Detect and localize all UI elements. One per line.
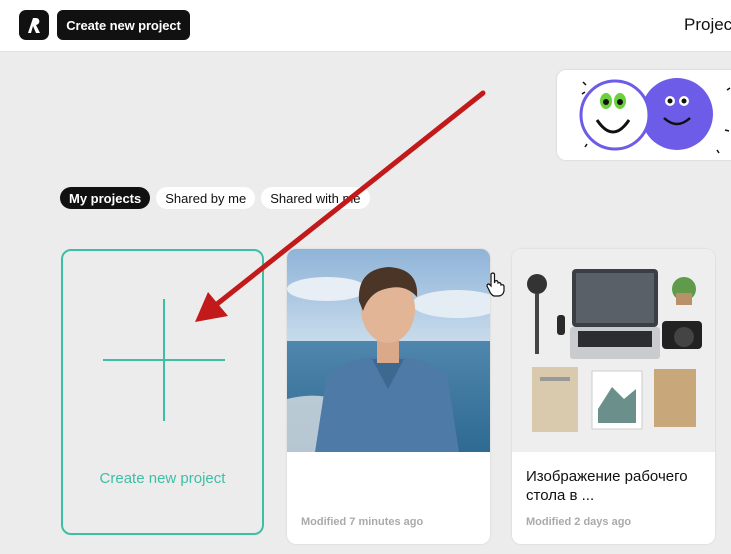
project-thumbnail xyxy=(512,249,715,452)
tab-shared-by-me[interactable]: Shared by me xyxy=(156,187,256,209)
modified-timestamp: Modified 2 days ago xyxy=(526,516,632,528)
project-title: Изображение рабочего стола в ... xyxy=(526,468,688,504)
logo-icon[interactable] xyxy=(19,10,49,40)
sticker-card[interactable] xyxy=(557,70,731,160)
smiley-faces-icon xyxy=(579,78,731,154)
project-card[interactable]: Изображение рабочего стола в ... Modifie… xyxy=(512,249,715,544)
create-project-card[interactable]: Create new project xyxy=(61,249,264,535)
modified-timestamp: Modified 7 minutes ago xyxy=(301,516,424,528)
create-new-project-button[interactable]: Create new project xyxy=(57,10,190,40)
project-thumbnail xyxy=(287,249,490,452)
page-title: Projects xyxy=(684,15,731,34)
project-card[interactable]: Modified 7 minutes ago xyxy=(287,249,490,544)
plus-icon-horizontal xyxy=(103,359,225,361)
tab-my-projects[interactable]: My projects xyxy=(60,187,151,209)
create-card-label: Create new project xyxy=(99,470,226,487)
top-bar: Create new project Projects xyxy=(0,0,731,52)
project-tabs: My projects Shared by me Shared with me xyxy=(60,187,370,209)
tab-shared-with-me[interactable]: Shared with me xyxy=(261,187,370,209)
hand-cursor-icon xyxy=(486,272,505,297)
